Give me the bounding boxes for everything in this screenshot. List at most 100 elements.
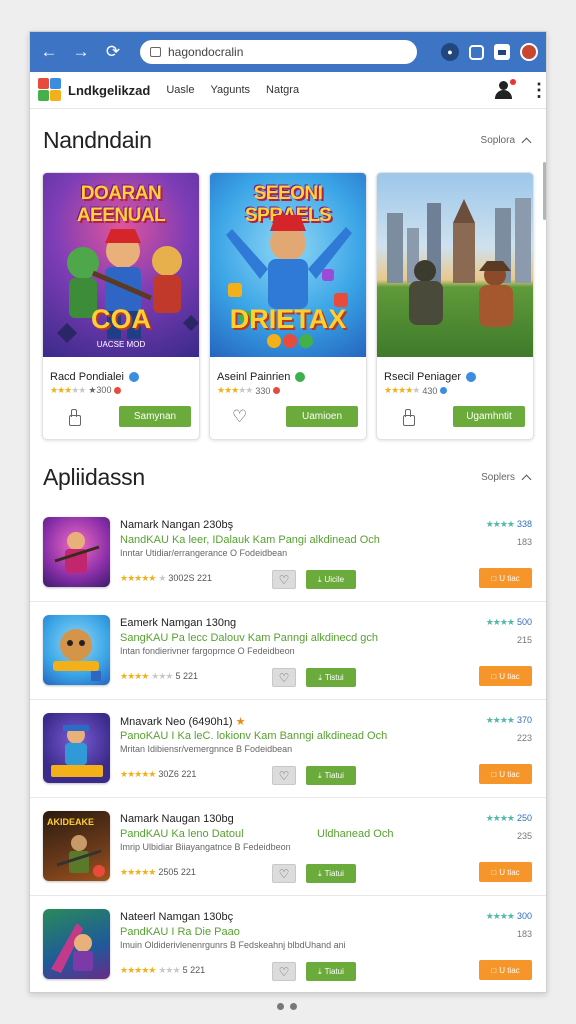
rating-stars-secondary: ★★★: [158, 965, 180, 975]
url-text: hagondocralin: [168, 45, 244, 59]
heart-icon[interactable]: ♡: [232, 408, 247, 425]
app-icon: [43, 909, 110, 979]
app-description: Inntar Utidiar/errangerance O Fodeidbean: [120, 548, 288, 558]
app-count: 235: [516, 831, 532, 841]
more-menu-icon[interactable]: ⋮: [530, 81, 546, 99]
card-action-button[interactable]: Uamioen: [286, 406, 358, 427]
rating-stars: ★★★★★: [120, 965, 156, 975]
featured-card[interactable]: DOARAN AEENUAL COA UACSE MOD Racd Pondia…: [42, 172, 200, 440]
list-item[interactable]: AKIDEAKE Namark Naugan 130bg PandKAU Ka …: [30, 798, 546, 896]
featured-card[interactable]: SEEONI SPRAELS DRIETAX Aseinl Painrien ★…: [209, 172, 367, 440]
app-subtitle: PandKAU Ka leno Datoul: [120, 828, 244, 840]
open-button[interactable]: □ U tiac: [479, 960, 532, 980]
app-logo-icon[interactable]: [38, 78, 62, 102]
nav-item-1[interactable]: Uasle: [166, 84, 194, 96]
heart-icon[interactable]: ♡: [272, 668, 296, 687]
page-dot[interactable]: [277, 1003, 284, 1010]
page-indicator[interactable]: [277, 1003, 297, 1010]
account-icon[interactable]: [494, 79, 516, 99]
art-subtitle: COA: [91, 304, 151, 334]
hot-badge-icon: [273, 387, 281, 394]
apps-section-header: Apliidassn Soplers: [30, 464, 546, 491]
thumbs-up-icon[interactable]: [399, 408, 415, 426]
app-score: ★★★★ 500: [485, 617, 532, 627]
address-bar[interactable]: hagondocralin: [140, 40, 417, 64]
window-icon[interactable]: [494, 44, 510, 60]
open-button[interactable]: □ U tiac: [479, 764, 532, 784]
app-list: Namark Nangan 230bş NandKAU Ka leer, IDa…: [30, 504, 546, 992]
list-item[interactable]: Eamerk Namgan 130ng SangKAU Pa lecc Dalo…: [30, 602, 546, 700]
game-art: DOARAN AEENUAL COA UACSE MOD: [43, 173, 199, 357]
info-badge-icon: [440, 387, 448, 394]
score-stars: ★★★★: [485, 813, 515, 823]
page-dot[interactable]: [290, 1003, 297, 1010]
heart-icon[interactable]: ♡: [272, 864, 296, 883]
heart-icon[interactable]: ♡: [272, 962, 296, 981]
install-button[interactable]: ⤓ Tiatui: [306, 864, 356, 883]
app-icon: AKIDEAKE: [43, 811, 110, 881]
download-icon: ⤓: [317, 574, 322, 584]
thumbs-up-icon[interactable]: [65, 408, 81, 426]
app-subtitle-right: Uldhanead Och: [317, 828, 394, 840]
app-score: ★★★★ 338: [485, 519, 532, 529]
rating-stars: ★★★★★: [217, 385, 253, 395]
app-title: Namark Naugan 130bg: [120, 813, 234, 825]
brand-name[interactable]: Lndkgelikzad: [68, 83, 150, 98]
browser-toolbar: ← → ⟳ hagondocralin ●: [30, 32, 546, 72]
reload-icon[interactable]: ⟳: [102, 41, 124, 63]
download-icon: ⤓: [318, 966, 322, 976]
list-item[interactable]: Namark Nangan 230bş NandKAU Ka leer, IDa…: [30, 504, 546, 602]
heart-icon[interactable]: ♡: [272, 766, 296, 785]
list-item[interactable]: Nateerl Namgan 130bç PandKAU I Ra Die Pa…: [30, 896, 546, 992]
arrow-right-icon[interactable]: →: [70, 41, 92, 63]
extension-icon[interactable]: ●: [441, 43, 459, 61]
open-button[interactable]: □ U tiac: [479, 666, 532, 686]
app-count: 183: [516, 537, 532, 547]
section-title: Apliidassn: [43, 464, 145, 490]
app-header: Lndkgelikzad Uasle Yagunts Natgra ⋮: [30, 72, 546, 109]
open-button[interactable]: □ U tiac: [479, 568, 532, 588]
app-score: ★★★★ 370: [485, 715, 532, 725]
app-icon: [43, 517, 110, 587]
verified-badge-icon: [129, 372, 139, 382]
see-more-link[interactable]: Soplora: [481, 135, 532, 148]
app-rating: ★★★★ ★★★ 5 221: [120, 671, 198, 682]
svg-text:AKIDEAKE: AKIDEAKE: [47, 817, 94, 827]
scrollbar-thumb[interactable]: [543, 162, 546, 220]
download-icon: ⤓: [318, 868, 322, 878]
card-action-button[interactable]: Ugamhntit: [453, 406, 525, 427]
score-stars: ★★★★: [485, 911, 515, 921]
featured-card[interactable]: Rsecil Peniager ★★★★★ 430 Ugamhntit: [376, 172, 534, 440]
install-button[interactable]: ⤓ Tistui: [306, 668, 356, 687]
score-stars: ★★★★: [485, 519, 515, 529]
card-rating: 330: [255, 385, 271, 396]
section-title: Nandndain: [43, 127, 152, 153]
app-description: Intan fondierivner fargoprnce O Fedeidbe…: [120, 646, 295, 656]
arrow-left-icon[interactable]: ←: [38, 41, 60, 63]
card-action-button[interactable]: Samynan: [119, 406, 191, 427]
rating-stars: ★★★★★: [50, 385, 86, 395]
profile-icon[interactable]: [520, 43, 538, 61]
heart-icon[interactable]: ♡: [272, 570, 296, 589]
list-item[interactable]: Mnavark Neo (6490h1) ★ PanoKAU I Ka leC.…: [30, 700, 546, 798]
art-caption: UACSE MOD: [96, 340, 146, 349]
card-title: Rsecil Peniager: [384, 371, 462, 383]
see-more-link[interactable]: Soplers: [481, 472, 532, 485]
app-score: ★★★★ 250: [485, 813, 532, 823]
download-icon: ⤓: [318, 672, 322, 682]
open-icon: □: [491, 769, 497, 779]
art-subtitle: DRIETAX: [229, 304, 347, 334]
open-icon: □: [491, 573, 497, 583]
hot-badge-icon: [114, 387, 122, 394]
open-button[interactable]: □ U tiac: [479, 862, 532, 882]
nav-item-2[interactable]: Yagunts: [210, 84, 250, 96]
nav-item-3[interactable]: Natgra: [266, 84, 299, 96]
install-button[interactable]: ⤓ Tiatui: [306, 766, 356, 785]
install-button[interactable]: ⤓ Tiatui: [306, 962, 356, 981]
game-art: [377, 173, 533, 357]
lock-icon[interactable]: [469, 44, 484, 60]
install-button[interactable]: ⤓ Uicile: [306, 570, 356, 589]
app-subtitle: NandKAU Ka leer, IDalauk Kam Pangi alkdi…: [120, 534, 380, 546]
game-art: SEEONI SPRAELS DRIETAX: [210, 173, 366, 357]
card-title: Aseinl Painrien: [217, 371, 291, 383]
